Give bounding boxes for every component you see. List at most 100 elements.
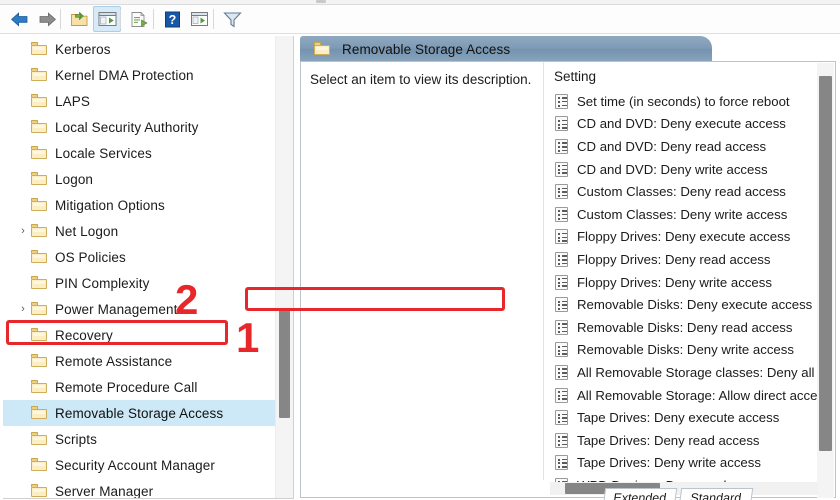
policy-setting-icon xyxy=(554,455,571,471)
tree-item-os-policies[interactable]: OS Policies xyxy=(3,244,275,270)
settings-column-header[interactable]: Setting xyxy=(550,62,820,90)
tree-item-local-security-authority[interactable]: Local Security Authority xyxy=(3,114,275,140)
policy-setting-icon xyxy=(554,432,571,448)
tree-item-pin-complexity[interactable]: PIN Complexity xyxy=(3,270,275,296)
setting-floppy-drives-deny-write-access[interactable]: Floppy Drives: Deny write access xyxy=(550,271,820,294)
properties-button[interactable] xyxy=(186,7,212,31)
setting-cd-and-dvd-deny-execute-access[interactable]: CD and DVD: Deny execute access xyxy=(550,113,820,136)
tree-item-recovery[interactable]: Recovery xyxy=(3,322,275,348)
folder-icon xyxy=(29,275,49,291)
setting-all-removable-storage-allow-direct-access-in[interactable]: All Removable Storage: Allow direct acce… xyxy=(550,384,820,407)
toolbar-separator xyxy=(120,9,121,29)
policy-setting-icon xyxy=(554,410,571,426)
setting-label: Floppy Drives: Deny write access xyxy=(577,274,772,290)
export-list-button[interactable] xyxy=(126,7,152,31)
folder-icon xyxy=(29,145,49,161)
tree-item-label: Kerberos xyxy=(55,41,111,57)
folder-icon xyxy=(29,327,49,343)
policy-setting-icon xyxy=(554,251,571,267)
details-pane-header: Removable Storage Access xyxy=(300,36,712,62)
setting-cd-and-dvd-deny-write-access[interactable]: CD and DVD: Deny write access xyxy=(550,158,820,181)
folder-icon xyxy=(29,119,49,135)
filter-funnel-button[interactable] xyxy=(219,7,245,31)
annotation-number-1: 1 xyxy=(236,314,260,361)
setting-all-removable-storage-classes-deny-all-acce[interactable]: All Removable Storage classes: Deny all … xyxy=(550,361,820,384)
tab-extended[interactable]: Extended xyxy=(602,488,678,500)
settings-list[interactable]: Setting Set time (in seconds) to force r… xyxy=(550,62,820,498)
chevron-right-icon[interactable]: › xyxy=(17,225,29,237)
setting-floppy-drives-deny-read-access[interactable]: Floppy Drives: Deny read access xyxy=(550,248,820,271)
tree-item-label: Security Account Manager xyxy=(55,457,215,473)
setting-label: Set time (in seconds) to force reboot xyxy=(577,93,790,109)
tree-item-server-manager[interactable]: Server Manager xyxy=(3,478,275,498)
setting-floppy-drives-deny-execute-access[interactable]: Floppy Drives: Deny execute access xyxy=(550,226,820,249)
toolbar: ? xyxy=(0,5,840,34)
setting-label: Tape Drives: Deny execute access xyxy=(577,410,780,426)
tree-scrollbar-thumb[interactable] xyxy=(279,308,290,418)
setting-custom-classes-deny-read-access[interactable]: Custom Classes: Deny read access xyxy=(550,180,820,203)
folder-icon xyxy=(29,93,49,109)
tree-item-power-management[interactable]: › Power Management xyxy=(3,296,275,322)
tree-item-label: Removable Storage Access xyxy=(55,405,224,421)
setting-label: CD and DVD: Deny write access xyxy=(577,161,768,177)
pane-divider xyxy=(543,62,544,480)
description-text: Select an item to view its description. xyxy=(310,72,532,87)
tree-item-net-logon[interactable]: › Net Logon xyxy=(3,218,275,244)
tree-item-scripts[interactable]: Scripts xyxy=(3,426,275,452)
tree-item-logon[interactable]: Logon xyxy=(3,166,275,192)
folder-icon xyxy=(29,223,49,239)
folder-icon xyxy=(29,457,49,473)
settings-vertical-scrollbar[interactable] xyxy=(817,63,834,498)
content-area: Kerberos Kernel DMA Protection LAPS Local S… xyxy=(0,34,840,500)
policy-setting-icon xyxy=(554,93,571,109)
details-pane: Removable Storage Access Select an item … xyxy=(300,36,840,500)
show-hide-tree-button[interactable] xyxy=(93,6,121,32)
setting-set-time-in-seconds-to-force-reboot[interactable]: Set time (in seconds) to force reboot xyxy=(550,90,820,113)
settings-column-header-label: Setting xyxy=(554,68,597,84)
setting-label: CD and DVD: Deny execute access xyxy=(577,116,786,132)
tree-item-remote-procedure-call[interactable]: Remote Procedure Call xyxy=(3,374,275,400)
tree-item-label: Recovery xyxy=(55,327,113,343)
tree-item-label: Logon xyxy=(55,171,94,187)
toolbar-separator xyxy=(153,9,154,29)
setting-label: Removable Disks: Deny read access xyxy=(577,319,793,335)
settings-scrollbar-thumb[interactable] xyxy=(819,76,832,451)
tree-item-mitigation-options[interactable]: Mitigation Options xyxy=(3,192,275,218)
tree-item-kernel-dma-protection[interactable]: Kernel DMA Protection xyxy=(3,62,275,88)
setting-cd-and-dvd-deny-read-access[interactable]: CD and DVD: Deny read access xyxy=(550,135,820,158)
setting-removable-disks-deny-execute-access[interactable]: Removable Disks: Deny execute access xyxy=(550,293,820,316)
details-pane-title: Removable Storage Access xyxy=(342,41,511,57)
folder-icon xyxy=(29,431,49,447)
setting-tape-drives-deny-write-access[interactable]: Tape Drives: Deny write access xyxy=(550,452,820,475)
tree-item-label: Power Management xyxy=(55,301,178,317)
setting-removable-disks-deny-read-access[interactable]: Removable Disks: Deny read access xyxy=(550,316,820,339)
tree-list[interactable]: Kerberos Kernel DMA Protection LAPS Local S… xyxy=(3,36,275,498)
tree-item-kerberos[interactable]: Kerberos xyxy=(3,36,275,62)
tree-item-security-account-manager[interactable]: Security Account Manager xyxy=(3,452,275,478)
folder-icon xyxy=(29,171,49,187)
setting-label: All Removable Storage classes: Deny all … xyxy=(577,364,820,380)
view-tabs: Extended Standard xyxy=(600,488,840,500)
tab-standard[interactable]: Standard xyxy=(678,488,754,500)
setting-tape-drives-deny-execute-access[interactable]: Tape Drives: Deny execute access xyxy=(550,406,820,429)
tree-item-remote-assistance[interactable]: Remote Assistance xyxy=(3,348,275,374)
setting-label: Custom Classes: Deny read access xyxy=(577,184,786,200)
folder-icon xyxy=(29,379,49,395)
back-button[interactable] xyxy=(6,7,32,31)
tree-item-laps[interactable]: LAPS xyxy=(3,88,275,114)
toolbar-separator xyxy=(213,9,214,29)
tree-vertical-scrollbar[interactable] xyxy=(275,36,293,498)
policy-setting-icon xyxy=(554,387,571,403)
up-one-level-button[interactable] xyxy=(66,7,92,31)
setting-custom-classes-deny-write-access[interactable]: Custom Classes: Deny write access xyxy=(550,203,820,226)
help-button[interactable]: ? xyxy=(159,7,185,31)
folder-icon xyxy=(29,67,49,83)
setting-removable-disks-deny-write-access[interactable]: Removable Disks: Deny write access xyxy=(550,339,820,362)
chevron-right-icon[interactable]: › xyxy=(17,303,29,315)
folder-icon xyxy=(29,197,49,213)
policy-setting-icon xyxy=(554,342,571,358)
tree-item-locale-services[interactable]: Locale Services xyxy=(3,140,275,166)
forward-button[interactable] xyxy=(34,7,60,31)
tree-item-removable-storage-access[interactable]: Removable Storage Access xyxy=(3,400,275,426)
setting-tape-drives-deny-read-access[interactable]: Tape Drives: Deny read access xyxy=(550,429,820,452)
